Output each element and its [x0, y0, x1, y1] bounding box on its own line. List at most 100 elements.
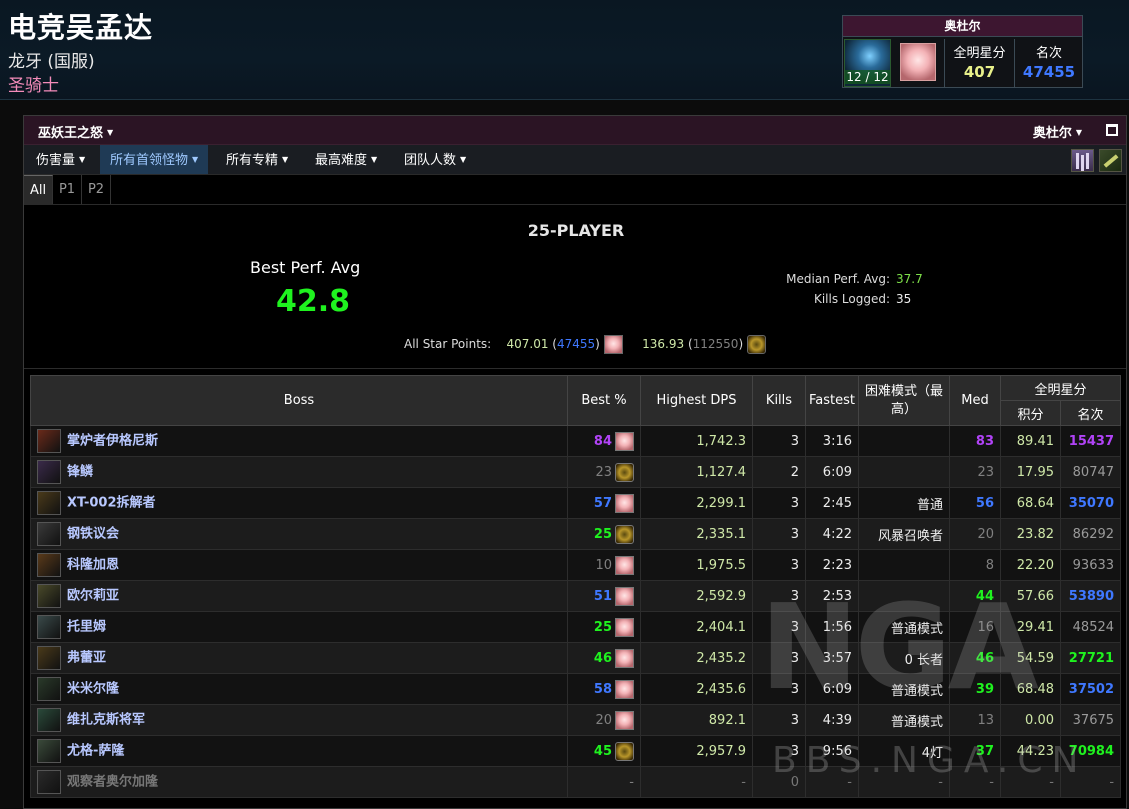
col-kills[interactable]: Kills [752, 375, 806, 426]
boss-portrait-icon [37, 646, 61, 670]
col-dps[interactable]: Highest DPS [640, 375, 753, 426]
filter-specs[interactable]: 所有专精 ▼ [216, 145, 298, 174]
all-star-points: All Star Points: 407.01 (47455) 136.93 (… [404, 335, 770, 354]
table-row[interactable]: 观察者奥尔加隆 - -0- - - - - [30, 766, 1122, 798]
best-perf-label: Best Perf. Avg [250, 258, 361, 277]
kills-count: 3 [752, 611, 806, 643]
difficulty-mode [858, 456, 950, 488]
tab-p1[interactable]: P1 [53, 175, 82, 204]
chevron-down-icon: ▼ [460, 155, 467, 164]
character-class: 圣骑士 [8, 76, 59, 96]
table-row[interactable]: 掌炉者伊格尼斯 84 1,742.3 3 3:16 83 89.41 15437 [30, 425, 1122, 457]
kills-count: 3 [752, 425, 806, 457]
boss-name-cell[interactable]: XT-002拆解者 [30, 487, 568, 519]
best-pct: 23 [595, 464, 612, 480]
difficulty-mode: 普通 [858, 487, 950, 519]
table-row[interactable]: 钢铁议会 25 2,335.1 3 4:22 风暴召唤者 20 23.82 86292 [30, 518, 1122, 550]
phase-tabs: All P1 P2 [24, 175, 1126, 205]
table-row[interactable]: 维扎克斯将军 20 892.1 3 4:39 普通模式 13 0.00 37675 [30, 704, 1122, 736]
difficulty-mode: 0 长者 [858, 642, 950, 674]
col-allstar: 全明星分 [999, 375, 1122, 401]
filter-raid-size[interactable]: 团队人数 ▼ [394, 145, 476, 174]
highest-dps: 2,299.1 [640, 487, 753, 519]
boss-name-cell[interactable]: 科隆加恩 [30, 549, 568, 581]
kills-count: 3 [752, 487, 806, 519]
boss-name-cell[interactable]: 观察者奥尔加隆 [30, 766, 568, 798]
best-pct-cell: - [567, 766, 641, 798]
key-icon[interactable] [1099, 149, 1122, 172]
paladin-spec-icon [615, 679, 634, 699]
median-pct: - [949, 766, 1001, 798]
allstar-rank: 37502 [1059, 673, 1122, 705]
table-row[interactable]: 弗蕾亚 46 2,435.2 3 3:57 0 长者 46 54.59 27721 [30, 642, 1122, 674]
allstar-rank: 93633 [1059, 549, 1122, 581]
col-best[interactable]: Best % [567, 375, 641, 426]
maximize-icon[interactable] [1106, 124, 1118, 136]
table-row[interactable]: 米米尔隆 58 2,435.6 3 6:09 普通模式 39 68.48 37502 [30, 673, 1122, 705]
boss-name-cell[interactable]: 托里姆 [30, 611, 568, 643]
boss-portrait-icon [37, 615, 61, 639]
boss-name-cell[interactable]: 钢铁议会 [30, 518, 568, 550]
allstar-rank: 86292 [1059, 518, 1122, 550]
kills-count: 3 [752, 549, 806, 581]
col-fastest[interactable]: Fastest [805, 375, 859, 426]
boss-name-cell[interactable]: 欧尔莉亚 [30, 580, 568, 612]
filter-bosses[interactable]: 所有首领怪物 ▼ [100, 145, 209, 174]
boss-name: 锋鳞 [67, 464, 94, 480]
table-row[interactable]: 科隆加恩 10 1,975.5 3 2:23 8 22.20 93633 [30, 549, 1122, 581]
allstar-rank: 53890 [1059, 580, 1122, 612]
col-difficulty[interactable]: 困难模式（最高） [858, 375, 950, 426]
fastest-time: 2:53 [805, 580, 859, 612]
chevron-down-icon: ▼ [79, 155, 86, 164]
boss-name-cell[interactable]: 尤格-萨隆 [30, 735, 568, 767]
best-pct: 84 [593, 433, 612, 449]
tab-p2[interactable]: P2 [82, 175, 111, 204]
raid-party-icon[interactable] [1071, 149, 1094, 172]
best-pct-cell: 51 [567, 580, 641, 612]
col-med[interactable]: Med [949, 375, 1001, 426]
boss-name-cell[interactable]: 维扎克斯将军 [30, 704, 568, 736]
allstar-points: 44.23 [1000, 735, 1061, 767]
boss-name-cell[interactable]: 米米尔隆 [30, 673, 568, 705]
best-pct-cell: 45 [567, 735, 641, 767]
table-row[interactable]: 欧尔莉亚 51 2,592.9 3 2:53 44 57.66 53890 [30, 580, 1122, 612]
col-points[interactable]: 积分 [1000, 400, 1061, 426]
table-row[interactable]: 尤格-萨隆 45 2,957.9 3 9:56 4灯 37 44.23 70984 [30, 735, 1122, 767]
median-pct: 20 [949, 518, 1001, 550]
col-rank[interactable]: 名次 [1059, 400, 1122, 426]
best-pct-cell: 57 [567, 487, 641, 519]
allstar-rank: 70984 [1059, 735, 1122, 767]
boss-name-cell[interactable]: 锋鳞 [30, 456, 568, 488]
chevron-down-icon: ▼ [107, 128, 114, 137]
table-row[interactable]: XT-002拆解者 57 2,299.1 3 2:45 普通 56 68.64 35070 [30, 487, 1122, 519]
best-pct: 51 [593, 588, 612, 604]
expansion-dropdown[interactable]: 巫妖王之怒 ▼ [38, 122, 113, 141]
allstar-points: 0.00 [1000, 704, 1061, 736]
zone-dropdown[interactable]: 奥杜尔 ▼ [1033, 122, 1082, 141]
rank-column: 名次 47455 [1014, 39, 1083, 88]
stat-box-title: 奥杜尔 [843, 16, 1082, 37]
chevron-down-icon: ▼ [1075, 128, 1082, 137]
table-row[interactable]: 锋鳞 23 1,127.4 2 6:09 23 17.95 80747 [30, 456, 1122, 488]
boss-name-cell[interactable]: 弗蕾亚 [30, 642, 568, 674]
allstar-rank: 35070 [1059, 487, 1122, 519]
kills-count: 0 [752, 766, 806, 798]
boss-name-cell[interactable]: 掌炉者伊格尼斯 [30, 425, 568, 457]
col-boss[interactable]: Boss [30, 375, 568, 426]
character-header: 电竞吴孟达 龙牙 (国服) 圣骑士 奥杜尔 12 / 12 全明星分 407 名… [0, 0, 1129, 100]
table-row[interactable]: 托里姆 25 2,404.1 3 1:56 普通模式 16 29.41 48524 [30, 611, 1122, 643]
boss-name: 钢铁议会 [67, 526, 120, 542]
zone-label: 奥杜尔 [1032, 126, 1072, 141]
filter-metric[interactable]: 伤害量 ▼ [26, 145, 95, 174]
difficulty-mode: 风暴召唤者 [858, 518, 950, 550]
expansion-label: 巫妖王之怒 [38, 126, 104, 141]
gold-spec-icon [615, 462, 634, 482]
paladin-spec-icon [615, 648, 634, 668]
tab-all[interactable]: All [24, 175, 53, 204]
chevron-down-icon: ▼ [282, 155, 289, 164]
best-pct: 25 [593, 619, 612, 635]
zone-stat-box[interactable]: 奥杜尔 12 / 12 全明星分 407 名次 47455 [842, 15, 1083, 88]
panel-title-bar: 巫妖王之怒 ▼ 奥杜尔 ▼ [24, 116, 1126, 145]
filter-difficulty[interactable]: 最高难度 ▼ [305, 145, 387, 174]
highest-dps: 892.1 [640, 704, 753, 736]
